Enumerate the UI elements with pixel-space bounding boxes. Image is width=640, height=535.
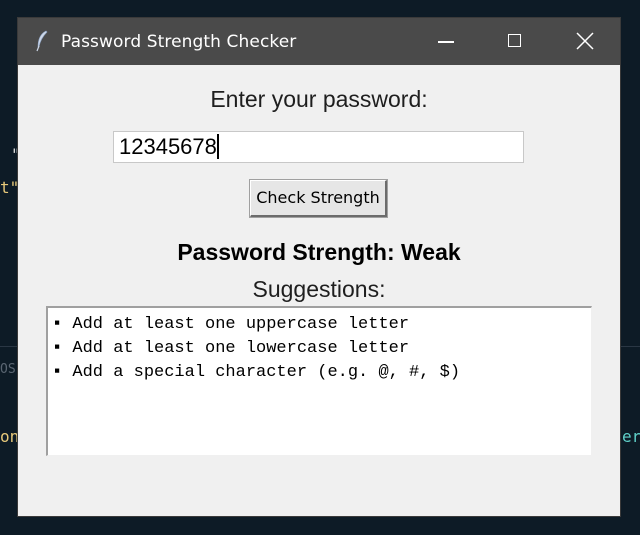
suggestions-textbox[interactable]: ▪ Add at least one uppercase letter ▪ Ad…: [46, 306, 592, 456]
check-strength-button[interactable]: Check Strength: [249, 179, 388, 218]
suggestions-label: Suggestions:: [252, 276, 386, 302]
minimize-icon: [438, 41, 454, 43]
maximize-icon: [508, 34, 521, 47]
suggestion-item: ▪ Add at least one uppercase letter: [52, 315, 410, 334]
background-code-fragment: OS: [0, 362, 16, 377]
maximize-button[interactable]: [480, 18, 550, 65]
password-input-value: 12345678: [119, 134, 217, 159]
title-bar[interactable]: Password Strength Checker: [18, 18, 620, 65]
password-input[interactable]: 12345678: [113, 131, 524, 163]
background-code-fragment: on: [0, 427, 20, 446]
strength-result: Password Strength: Weak: [177, 239, 461, 265]
text-caret: [216, 134, 219, 159]
window-title: Password Strength Checker: [61, 32, 297, 52]
app-window: Password Strength Checker Enter your pas…: [18, 18, 620, 516]
close-button[interactable]: [550, 18, 620, 65]
password-prompt-label: Enter your password:: [210, 86, 428, 112]
close-icon: [576, 32, 594, 50]
feather-icon: [36, 30, 48, 52]
minimize-button[interactable]: [410, 18, 480, 65]
suggestion-item: ▪ Add at least one lowercase letter: [52, 339, 410, 358]
background-code-fragment: er: [622, 427, 640, 446]
suggestion-item: ▪ Add a special character (e.g. @, #, $): [52, 363, 461, 382]
background-code-fragment: t": [0, 178, 20, 197]
